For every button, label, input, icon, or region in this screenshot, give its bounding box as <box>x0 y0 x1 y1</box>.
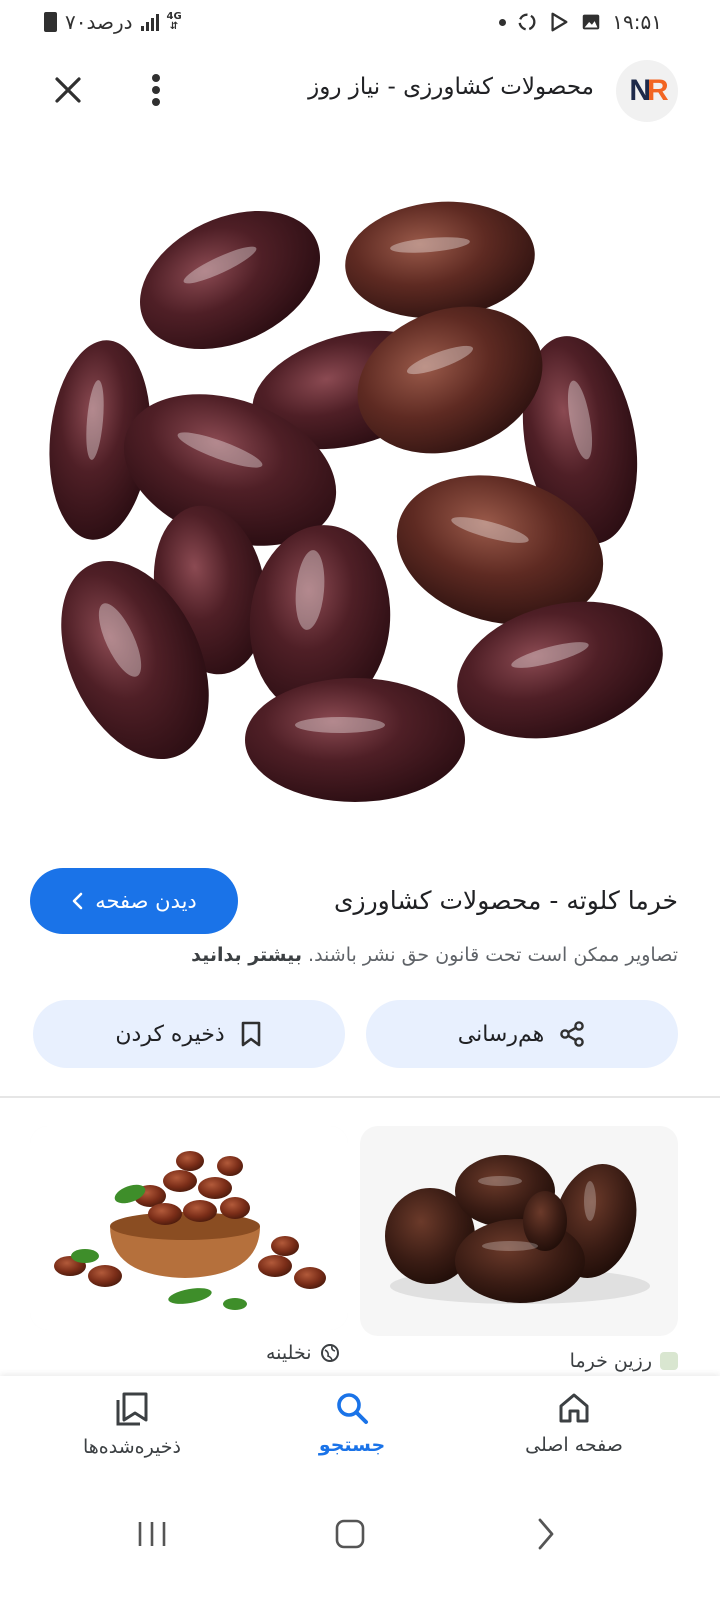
nav-home-label: صفحه اصلی <box>525 1434 623 1456</box>
globe-icon <box>320 1344 339 1362</box>
related-source-label: رزین خرما <box>569 1350 652 1372</box>
nav-home[interactable]: صفحه اصلی <box>494 1390 654 1456</box>
logo-letter-n: N <box>629 74 651 107</box>
recents-icon <box>138 1522 166 1546</box>
logo-letter-r: R <box>647 74 669 107</box>
related-image-1[interactable] <box>360 1126 678 1336</box>
site-favicon-icon <box>660 1352 678 1370</box>
back-button[interactable] <box>516 1504 576 1564</box>
system-nav-bar <box>0 1492 720 1600</box>
view-page-button[interactable]: دیدن صفحه <box>30 868 238 934</box>
nav-search-label: جستجو <box>318 1434 386 1456</box>
related-source-2[interactable]: نخلینه <box>266 1342 340 1364</box>
related-source-label: نخلینه <box>266 1342 312 1364</box>
more-options-button[interactable] <box>134 68 178 112</box>
more-vert-icon <box>152 74 160 106</box>
battery-level: ۷۰درصد <box>65 10 133 34</box>
related-image-2[interactable] <box>30 1126 348 1330</box>
site-logo[interactable]: NR <box>616 60 678 122</box>
close-icon <box>55 77 81 103</box>
share-icon <box>560 1021 585 1047</box>
header: محصولات کشاورزی - نیاز روز NR <box>0 56 720 128</box>
battery-icon <box>44 12 57 32</box>
bottom-nav: صفحه اصلی جستجو ذخیره‌شده‌ها <box>0 1376 720 1492</box>
main-image-dates[interactable] <box>20 160 700 840</box>
nav-search[interactable]: جستجو <box>272 1390 432 1456</box>
back-chevron-icon <box>538 1518 554 1550</box>
search-icon <box>337 1393 368 1424</box>
bookmark-icon <box>241 1021 260 1047</box>
result-title[interactable]: خرما کلوته - محصولات کشاورزی <box>334 886 678 915</box>
nav-saved[interactable]: ذخیره‌شده‌ها <box>52 1390 212 1458</box>
chevron-left-icon <box>72 892 83 910</box>
learn-more-link[interactable]: بیشتر بدانید <box>191 944 302 966</box>
clock: ۱۹:۵۱ <box>612 10 662 34</box>
copyright-text: تصاویر ممکن است تحت قانون حق نشر باشند. <box>308 944 678 966</box>
status-bar: ۷۰درصد 4G ⇵ ۱۹:۵۱ <box>0 0 720 46</box>
date-pile <box>49 201 663 802</box>
status-left: ۷۰درصد 4G ⇵ <box>44 10 182 34</box>
divider <box>0 1096 720 1098</box>
collections-bookmark-icon <box>116 1392 148 1426</box>
save-button[interactable]: ذخیره کردن <box>33 1000 345 1068</box>
play-store-icon <box>551 12 568 32</box>
network-indicator: 4G ⇵ <box>166 11 182 32</box>
site-title[interactable]: محصولات کشاورزی - نیاز روز <box>308 74 594 100</box>
related-source-1[interactable]: رزین خرما <box>570 1350 678 1372</box>
recycle-icon <box>518 13 536 31</box>
share-button[interactable]: هم‌رسانی <box>366 1000 678 1068</box>
status-right: ۱۹:۵۱ <box>499 10 662 34</box>
home-square-icon <box>335 1519 365 1549</box>
close-button[interactable] <box>46 68 90 112</box>
save-label: ذخیره کردن <box>115 1021 225 1047</box>
gallery-icon <box>583 14 600 30</box>
share-label: هم‌رسانی <box>457 1021 545 1047</box>
home-icon <box>559 1393 589 1423</box>
related-image-dates-closeup <box>385 1155 650 1304</box>
home-system-button[interactable] <box>320 1504 380 1564</box>
related-image-dates-bowl <box>30 1126 348 1330</box>
nav-saved-label: ذخیره‌شده‌ها <box>82 1436 182 1458</box>
signal-icon <box>140 13 159 31</box>
view-page-label: دیدن صفحه <box>95 889 197 913</box>
copyright-notice: تصاویر ممکن است تحت قانون حق نشر باشند. … <box>191 944 678 966</box>
recents-button[interactable] <box>122 1504 182 1564</box>
notification-dot-icon <box>499 18 507 26</box>
